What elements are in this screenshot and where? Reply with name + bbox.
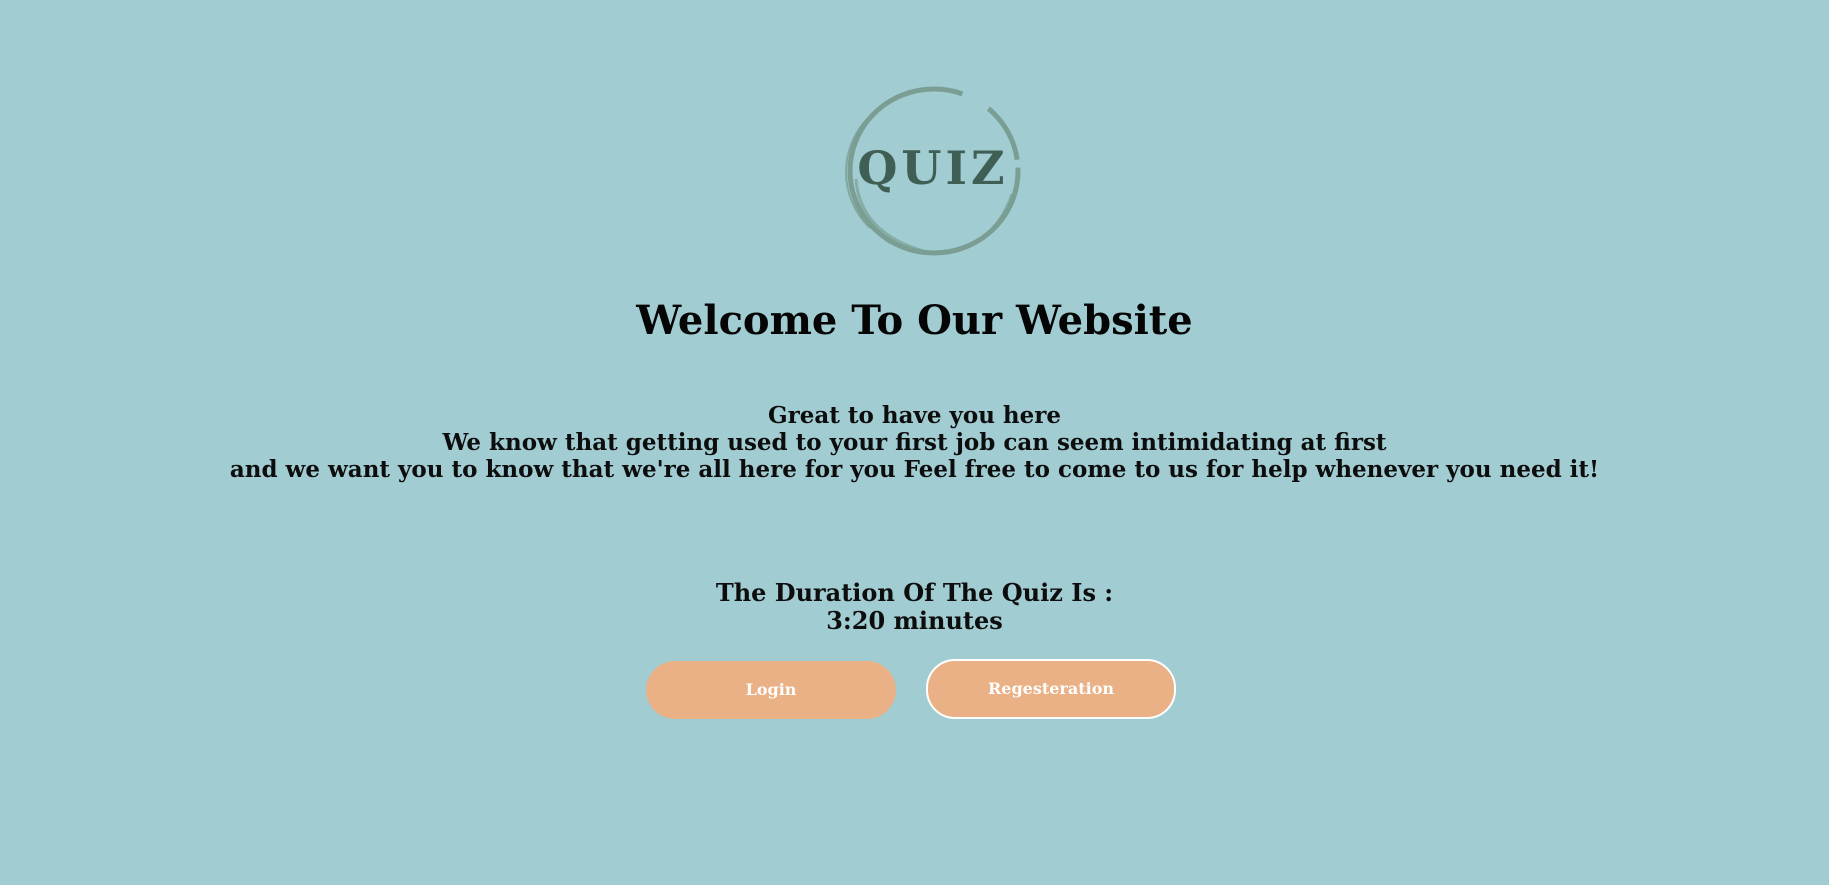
action-buttons: Login Regesteration — [0, 659, 1829, 719]
logo-text: QUIZ — [857, 141, 1009, 195]
quiz-duration: The Duration Of The Quiz Is : 3:20 minut… — [0, 579, 1829, 635]
landing-page: QUIZ Welcome To Our Website Great to hav… — [0, 0, 1829, 885]
intro-line-3: and we want you to know that we're all h… — [229, 456, 1600, 483]
registration-button[interactable]: Regesteration — [926, 659, 1176, 719]
intro-text: Great to have you here We know that gett… — [0, 402, 1829, 483]
duration-value: 3:20 minutes — [826, 606, 1003, 635]
page-title: Welcome To Our Website — [636, 297, 1193, 344]
quiz-logo: QUIZ — [842, 84, 1024, 258]
intro-line-2: We know that getting used to your first … — [442, 429, 1387, 456]
login-button[interactable]: Login — [646, 661, 896, 719]
duration-label: The Duration Of The Quiz Is : — [715, 578, 1114, 607]
intro-line-1: Great to have you here — [767, 402, 1062, 429]
